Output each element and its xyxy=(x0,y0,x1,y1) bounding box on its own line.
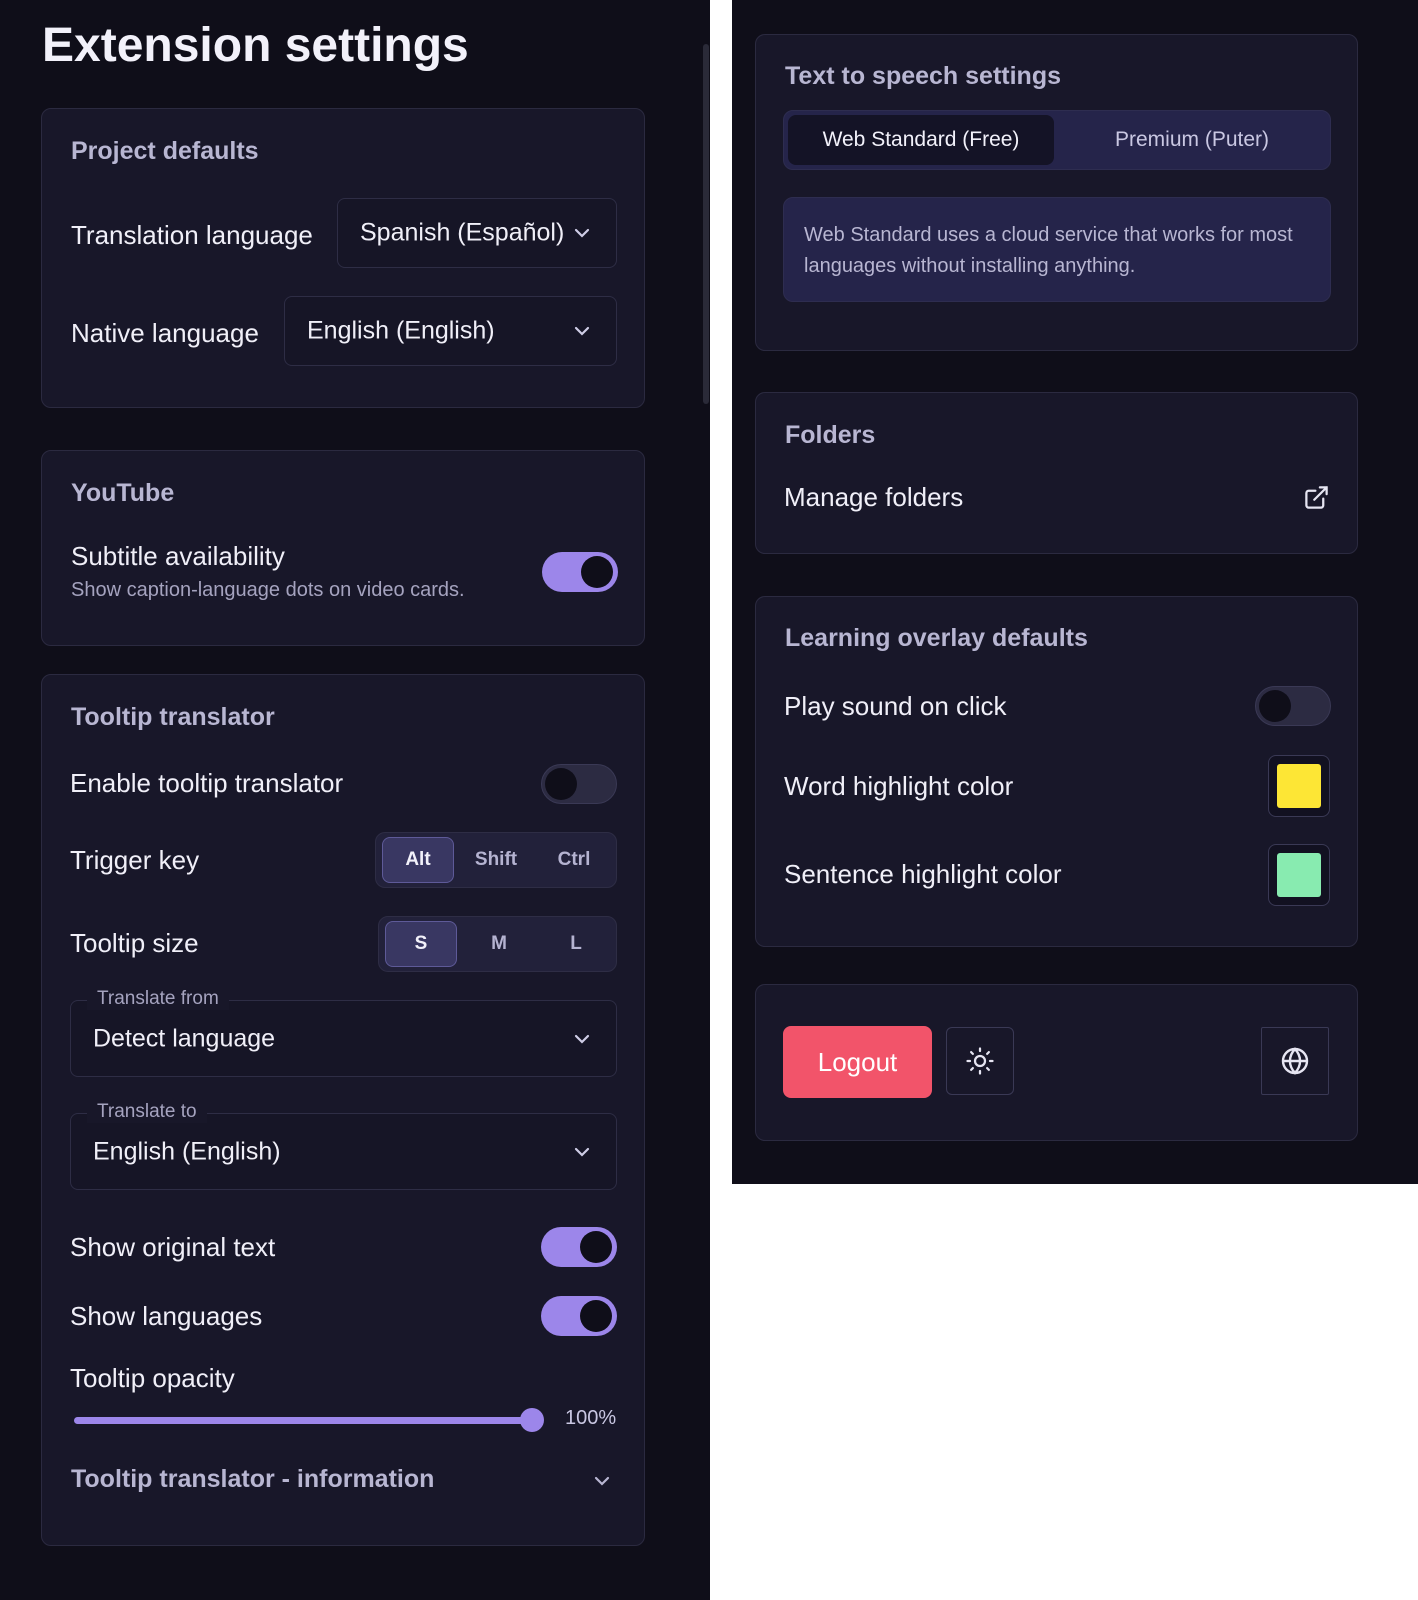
external-link-icon[interactable] xyxy=(1303,484,1330,511)
enable-tooltip-toggle[interactable] xyxy=(541,764,617,804)
translate-from-value: Detect language xyxy=(93,1024,276,1052)
subtitle-availability-toggle[interactable] xyxy=(542,552,618,592)
tts-engine-tabs: Web Standard (Free) Premium (Puter) xyxy=(783,110,1331,170)
project-defaults-card: Project defaults Translation language Sp… xyxy=(41,108,645,408)
overlay-title: Learning overlay defaults xyxy=(785,624,1088,652)
toggle-knob xyxy=(545,768,577,800)
tab-web-standard[interactable]: Web Standard (Free) xyxy=(788,115,1054,165)
chevron-down-icon xyxy=(574,228,590,238)
tooltip-size-m[interactable]: M xyxy=(463,921,535,967)
word-highlight-swatch xyxy=(1277,764,1321,808)
logout-button[interactable]: Logout xyxy=(783,1026,932,1098)
native-language-select[interactable]: English (English) xyxy=(284,296,617,366)
sentence-highlight-swatch xyxy=(1277,853,1321,897)
page-title: Extension settings xyxy=(42,19,469,72)
tts-info-box: Web Standard uses a cloud service that w… xyxy=(783,197,1331,302)
translate-from-select[interactable]: Translate from Detect language xyxy=(70,988,617,1077)
tooltip-opacity-thumb[interactable] xyxy=(520,1408,544,1432)
subtitle-availability-label: Subtitle availability xyxy=(71,541,285,571)
show-languages-label: Show languages xyxy=(70,1301,263,1331)
sentence-highlight-color-picker[interactable] xyxy=(1268,844,1330,906)
subtitle-availability-description: Show caption-language dots on video card… xyxy=(71,579,465,601)
toggle-knob xyxy=(580,1231,612,1263)
show-original-toggle[interactable] xyxy=(541,1227,617,1267)
tooltip-opacity-value: 100% xyxy=(565,1407,617,1429)
chevron-down-icon xyxy=(574,326,590,336)
globe-icon xyxy=(1281,1047,1309,1075)
toggle-knob xyxy=(581,556,613,588)
settings-panel-left: Extension settings Project defaults Tran… xyxy=(0,0,710,1600)
tooltip-info-toggle[interactable]: Tooltip translator - information xyxy=(71,1465,434,1494)
tts-card: Text to speech settings xyxy=(755,34,1358,351)
translation-language-label: Translation language xyxy=(71,220,313,250)
tooltip-size-selector: S M L xyxy=(378,916,617,972)
translate-to-value: English (English) xyxy=(93,1137,281,1165)
toggle-knob xyxy=(580,1300,612,1332)
show-languages-toggle[interactable] xyxy=(541,1296,617,1336)
trigger-key-label: Trigger key xyxy=(70,845,200,875)
tooltip-opacity-label: Tooltip opacity xyxy=(70,1363,235,1393)
scrollbar[interactable] xyxy=(703,44,709,404)
theme-toggle-button[interactable] xyxy=(946,1027,1014,1095)
translate-from-label: Translate from xyxy=(87,988,229,1010)
youtube-card: YouTube Subtitle availability Show capti… xyxy=(41,450,645,646)
sentence-highlight-label: Sentence highlight color xyxy=(784,859,1062,889)
play-sound-toggle[interactable] xyxy=(1255,686,1331,726)
tts-title: Text to speech settings xyxy=(785,62,1061,90)
word-highlight-color-picker[interactable] xyxy=(1268,755,1330,817)
translation-language-value: Spanish (Español) xyxy=(360,218,565,247)
chevron-down-icon xyxy=(574,1147,590,1157)
tooltip-size-l[interactable]: L xyxy=(540,921,612,967)
language-button[interactable] xyxy=(1261,1027,1329,1095)
native-language-label: Native language xyxy=(71,318,259,348)
tooltip-translator-title: Tooltip translator xyxy=(71,703,275,731)
tooltip-size-s[interactable]: S xyxy=(385,921,457,967)
translation-language-select[interactable]: Spanish (Español) xyxy=(337,198,617,268)
youtube-title: YouTube xyxy=(71,479,175,507)
manage-folders-link[interactable]: Manage folders xyxy=(784,482,963,513)
tab-premium[interactable]: Premium (Puter) xyxy=(1058,115,1326,165)
trigger-key-ctrl[interactable]: Ctrl xyxy=(538,837,610,883)
sun-icon xyxy=(966,1047,994,1075)
word-highlight-label: Word highlight color xyxy=(784,771,1014,801)
trigger-key-alt[interactable]: Alt xyxy=(382,837,454,883)
project-defaults-title: Project defaults xyxy=(71,137,259,165)
trigger-key-selector: Alt Shift Ctrl xyxy=(375,832,617,888)
chevron-down-icon[interactable] xyxy=(594,1476,610,1486)
tooltip-size-label: Tooltip size xyxy=(70,928,199,958)
trigger-key-shift[interactable]: Shift xyxy=(460,837,532,883)
chevron-down-icon xyxy=(574,1034,590,1044)
translate-to-select[interactable]: Translate to English (English) xyxy=(70,1101,617,1190)
play-sound-label: Play sound on click xyxy=(784,691,1007,721)
tooltip-opacity-slider[interactable] xyxy=(74,1417,532,1424)
enable-tooltip-label: Enable tooltip translator xyxy=(70,768,344,798)
native-language-value: English (English) xyxy=(307,316,495,345)
translate-to-label: Translate to xyxy=(87,1101,207,1123)
folders-card: Folders xyxy=(755,392,1358,554)
folders-title: Folders xyxy=(785,421,876,449)
toggle-knob xyxy=(1259,690,1291,722)
show-original-label: Show original text xyxy=(70,1232,276,1262)
